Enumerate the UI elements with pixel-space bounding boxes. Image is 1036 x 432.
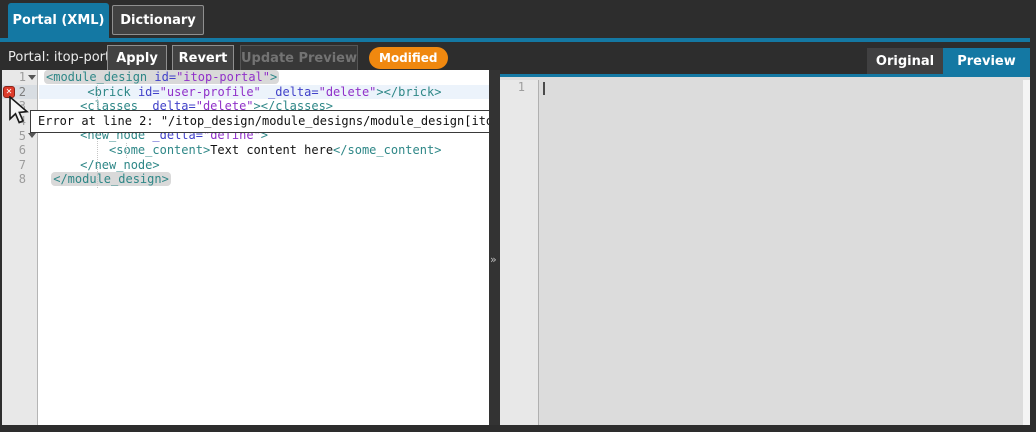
update-preview-button: Update Preview — [240, 45, 358, 71]
code-line-8[interactable]: </module_design> — [39, 172, 489, 187]
vertical-scrollbar[interactable] — [1023, 80, 1030, 425]
gutter-line-7[interactable]: 7 — [2, 158, 37, 173]
gutter-line-8[interactable]: 8 — [2, 172, 37, 187]
line-number: 1 — [2, 70, 26, 84]
gutter-line-6[interactable]: 6 — [2, 143, 37, 158]
revert-button[interactable]: Revert — [172, 45, 234, 71]
xml-code-editor-pane[interactable]: 1✕2345678 <module_design id="itop-portal… — [2, 70, 489, 425]
line-number: 8 — [2, 172, 26, 186]
pane-splitter[interactable]: » — [489, 70, 500, 425]
code-line-1[interactable]: <module_design id="itop-portal"> — [39, 70, 489, 85]
fold-toggle-icon[interactable] — [26, 70, 37, 85]
text-caret — [543, 82, 545, 95]
line-number: 7 — [2, 158, 26, 172]
code-line-7[interactable]: </new_node> — [39, 158, 489, 173]
tab-portal-xml[interactable]: Portal (XML) — [8, 3, 109, 38]
preview-view-button[interactable]: Preview — [943, 48, 1030, 74]
line-number: 5 — [2, 129, 26, 143]
error-tooltip: Error at line 2: "/itop_design/module_de… — [30, 110, 489, 133]
modified-badge: Modified — [369, 47, 448, 69]
line-number: 6 — [2, 143, 26, 157]
indent-guide — [97, 85, 98, 188]
matching-tag-highlight: </module_design> — [51, 172, 171, 186]
matching-tag-highlight: <module_design id="itop-portal"> — [44, 70, 279, 84]
indent-guide — [126, 143, 127, 158]
preview-line-number: 1 — [500, 80, 538, 95]
preview-gutter: 1 — [500, 80, 539, 425]
tabbar-accent-strip — [0, 38, 1030, 42]
gutter-line-1[interactable]: 1 — [2, 70, 37, 85]
portal-name-label: Portal: itop-portal — [8, 50, 122, 65]
code-line-2[interactable]: <brick id="user-profile" _delta="delete"… — [39, 85, 489, 100]
apply-button[interactable]: Apply — [107, 45, 167, 71]
mouse-cursor-icon — [8, 96, 30, 128]
original-view-button[interactable]: Original — [867, 48, 943, 74]
code-line-6[interactable]: <some_content>Text content here</some_co… — [39, 143, 489, 158]
splitter-grip-icon[interactable]: » — [490, 253, 495, 266]
preview-editor-pane[interactable]: 1 — [500, 74, 1030, 425]
tab-dictionary[interactable]: Dictionary — [112, 5, 204, 35]
